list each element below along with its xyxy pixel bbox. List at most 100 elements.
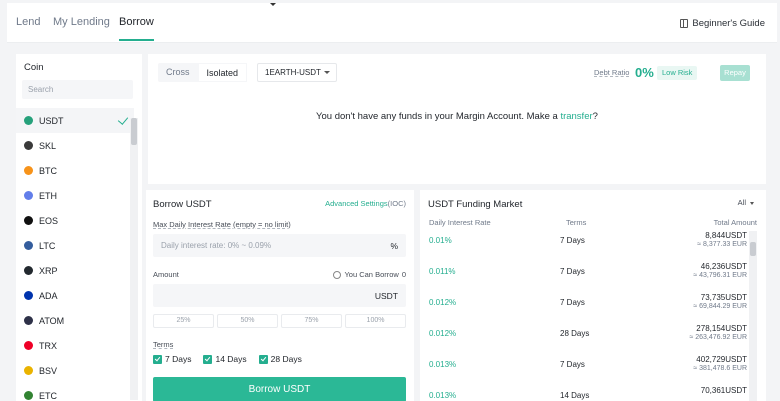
book-icon	[680, 19, 689, 28]
can-borrow-info: You Can Borrow 0	[333, 270, 406, 279]
percent-50-button[interactable]: 50%	[217, 314, 278, 328]
header-terms: Terms	[566, 218, 587, 227]
market-row[interactable]: 0.013% 7 Days 402,729USDT ≈ 381,478.6 EUR	[420, 352, 755, 383]
coin-symbol: ADA	[39, 290, 58, 301]
bsv-coin-icon	[24, 366, 33, 375]
market-row[interactable]: 0.01% 7 Days 8,844USDT ≈ 8,377.33 EUR	[420, 228, 755, 259]
coin-panel: Coin USDT SKL BTC ETH EOS LTC XRP ADA ATOM TRX BSV…	[16, 54, 142, 401]
percent-100-button[interactable]: 100%	[345, 314, 406, 328]
check-icon	[117, 114, 129, 125]
coin-item-xrp[interactable]: XRP	[16, 258, 134, 283]
eos-coin-icon	[24, 216, 33, 225]
coin-symbol: ETH	[39, 190, 57, 201]
coin-search-input[interactable]	[22, 80, 133, 99]
market-filter-value: All	[737, 198, 746, 207]
etc-coin-icon	[24, 391, 33, 400]
percent-25-button[interactable]: 25%	[153, 314, 214, 328]
row-term: 7 Days	[560, 360, 585, 369]
coin-item-btc[interactable]: BTC	[16, 158, 134, 183]
checkbox-checked-icon	[153, 354, 162, 364]
transfer-link[interactable]: transfer	[560, 111, 592, 122]
coin-list-scrollbar[interactable]	[130, 118, 138, 400]
atom-coin-icon	[24, 316, 33, 325]
row-rate: 0.011%	[429, 267, 456, 276]
coin-item-ada[interactable]: ADA	[16, 283, 134, 308]
market-row[interactable]: 0.013% 14 Days 70,361USDT	[420, 383, 755, 401]
borrow-usdt-button[interactable]: Borrow USDT	[153, 377, 406, 401]
no-funds-text: You don't have any funds in your Margin …	[316, 111, 561, 122]
term-7-days-checkbox[interactable]: 7 Days	[153, 354, 191, 364]
mode-isolated-button[interactable]: Isolated	[197, 63, 248, 82]
row-amount-converted: ≈ 69,844.29 EUR	[693, 303, 747, 310]
tab-lend[interactable]: Lend	[16, 16, 40, 28]
row-amount-converted: ≈ 43,796.31 EUR	[693, 272, 747, 279]
mode-cross-button[interactable]: Cross	[158, 63, 198, 82]
term-label: 14 Days	[215, 354, 247, 364]
funding-market-panel: USDT Funding Market All Daily Interest R…	[420, 190, 766, 401]
skl-coin-icon	[24, 141, 33, 150]
coin-item-bsv[interactable]: BSV	[16, 358, 134, 383]
terms-label: Terms	[153, 340, 174, 349]
trx-coin-icon	[24, 341, 33, 350]
coin-item-trx[interactable]: TRX	[16, 333, 134, 358]
market-scrollbar[interactable]	[749, 231, 757, 401]
row-term: 7 Days	[560, 236, 585, 245]
coin-item-eth[interactable]: ETH	[16, 183, 134, 208]
term-14-days-checkbox[interactable]: 14 Days	[203, 354, 247, 364]
row-rate: 0.012%	[429, 329, 457, 338]
coin-symbol: ATOM	[39, 315, 65, 326]
row-amount: 402,729USDT	[696, 355, 747, 364]
header-amount: Total Amount	[713, 218, 757, 227]
amount-input[interactable]: USDT	[153, 284, 406, 307]
coin-item-etc[interactable]: ETC	[16, 383, 134, 401]
rate-input[interactable]: Daily interest rate: 0% ~ 0.09% %	[153, 234, 406, 257]
row-amount: 278,154USDT	[696, 324, 747, 333]
market-scroll-thumb[interactable]	[750, 242, 756, 256]
coin-item-skl[interactable]: SKL	[16, 133, 134, 158]
advanced-settings-link[interactable]: Advanced Settings(IOC)	[325, 199, 406, 208]
caret-down-icon	[270, 3, 276, 6]
terms-options: 7 Days 14 Days 28 Days	[153, 354, 302, 364]
coin-list-scroll-thumb[interactable]	[131, 118, 137, 145]
coin-item-ltc[interactable]: LTC	[16, 233, 134, 258]
chevron-down-icon	[750, 201, 754, 205]
row-term: 28 Days	[560, 329, 590, 338]
percent-75-button[interactable]: 75%	[281, 314, 342, 328]
margin-mode-toggle: Cross Isolated	[158, 63, 248, 82]
row-term: 14 Days	[560, 391, 590, 400]
percent-options: 25% 50% 75% 100%	[153, 314, 406, 328]
rate-unit: %	[390, 241, 398, 251]
chevron-down-icon	[324, 71, 330, 74]
ioc-label: (IOC)	[387, 199, 406, 208]
coin-symbol: LTC	[39, 240, 56, 251]
coin-item-atom[interactable]: ATOM	[16, 308, 134, 333]
pair-select[interactable]: 1EARTH-USDT	[257, 63, 337, 82]
beginners-guide-link[interactable]: Beginner's Guide	[680, 18, 765, 29]
market-row[interactable]: 0.012% 7 Days 73,735USDT ≈ 69,844.29 EUR	[420, 290, 755, 321]
coin-panel-title: Coin	[24, 62, 44, 73]
market-filter-select[interactable]: All	[738, 198, 754, 207]
ltc-coin-icon	[24, 241, 33, 250]
repay-button[interactable]: Repay	[720, 65, 750, 81]
market-row[interactable]: 0.012% 28 Days 278,154USDT ≈ 263,476.92 EUR	[420, 321, 755, 352]
coin-symbol: BSV	[39, 365, 58, 376]
can-borrow-label: You Can Borrow	[344, 270, 399, 279]
can-borrow-value: 0	[401, 270, 406, 279]
market-row[interactable]: 0.011% 7 Days 46,236USDT ≈ 43,796.31 EUR	[420, 259, 755, 290]
row-term: 7 Days	[560, 298, 585, 307]
coin-symbol: SKL	[39, 140, 57, 151]
coin-item-usdt[interactable]: USDT	[16, 108, 134, 133]
max-rate-label: Max Daily Interest Rate (empty = no limi…	[153, 220, 291, 229]
top-nav: Lend My Lending Borrow Beginner's Guide	[7, 3, 777, 43]
coin-item-eos[interactable]: EOS	[16, 208, 134, 233]
btc-coin-icon	[24, 166, 33, 175]
term-28-days-checkbox[interactable]: 28 Days	[258, 354, 302, 364]
no-funds-end: ?	[592, 111, 598, 122]
tab-borrow[interactable]: Borrow	[119, 16, 154, 41]
row-amount: 46,236USDT	[700, 262, 747, 271]
coin-symbol: USDT	[39, 115, 64, 126]
funding-market-title: USDT Funding Market	[428, 199, 523, 210]
tab-my-lending[interactable]: My Lending	[53, 16, 110, 28]
ada-coin-icon	[24, 291, 33, 300]
info-circle-icon	[333, 270, 342, 279]
